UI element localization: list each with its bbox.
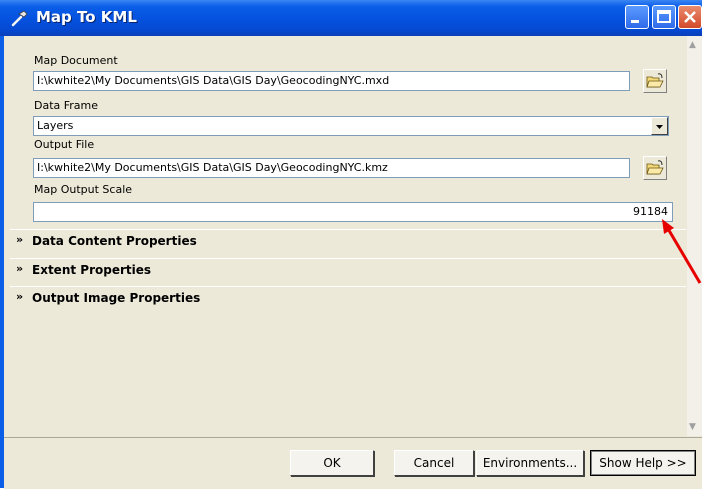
window-title: Map To KML <box>36 8 137 26</box>
environments-button[interactable]: Environments... <box>476 450 584 476</box>
folder-open-icon <box>646 73 664 88</box>
chevron-down-icon <box>656 125 663 129</box>
double-chevron-down-icon: » <box>16 262 24 275</box>
output-file-label: Output File <box>34 138 95 151</box>
map-output-scale-label: Map Output Scale <box>34 183 133 196</box>
section-extent-properties[interactable]: » Extent Properties <box>10 258 686 282</box>
data-frame-label: Data Frame <box>34 99 99 112</box>
window-left-border <box>0 36 4 488</box>
vertical-scrollbar[interactable]: ▲ ▼ <box>687 36 702 436</box>
folder-open-icon <box>646 160 664 175</box>
minimize-button[interactable] <box>625 5 649 29</box>
output-file-input[interactable]: I:\kwhite2\My Documents\GIS Data\GIS Day… <box>33 158 630 178</box>
maximize-icon <box>657 10 671 23</box>
hammer-icon <box>11 10 28 27</box>
scroll-down-icon[interactable]: ▼ <box>689 422 696 432</box>
cancel-button[interactable]: Cancel <box>394 450 474 476</box>
maximize-button[interactable] <box>652 5 676 29</box>
map-to-kml-dialog: Map To KML Map Document I:\kwhite2\My Do… <box>0 0 702 489</box>
minimize-icon <box>631 20 639 23</box>
section-output-image-properties[interactable]: » Output Image Properties <box>10 286 686 310</box>
scroll-up-icon[interactable]: ▲ <box>689 40 696 50</box>
map-document-input[interactable]: I:\kwhite2\My Documents\GIS Data\GIS Day… <box>33 71 630 91</box>
data-frame-select[interactable]: Layers <box>33 116 669 136</box>
section-label: Extent Properties <box>32 263 152 277</box>
map-document-browse-button[interactable] <box>643 69 667 93</box>
section-data-content-properties[interactable]: » Data Content Properties <box>10 229 686 253</box>
map-document-label: Map Document <box>34 54 118 67</box>
data-frame-dropdown-button[interactable] <box>651 117 668 135</box>
output-file-browse-button[interactable] <box>643 156 667 180</box>
double-chevron-down-icon: » <box>16 290 24 303</box>
double-chevron-down-icon: » <box>16 233 24 246</box>
ok-button[interactable]: OK <box>290 450 374 476</box>
title-bar[interactable]: Map To KML <box>0 0 702 36</box>
section-label: Data Content Properties <box>32 234 197 248</box>
map-output-scale-input[interactable]: 91184 <box>33 202 673 222</box>
show-help-button[interactable]: Show Help >> <box>590 450 696 476</box>
close-button[interactable] <box>678 5 702 29</box>
close-icon <box>684 11 696 23</box>
section-label: Output Image Properties <box>32 291 201 305</box>
